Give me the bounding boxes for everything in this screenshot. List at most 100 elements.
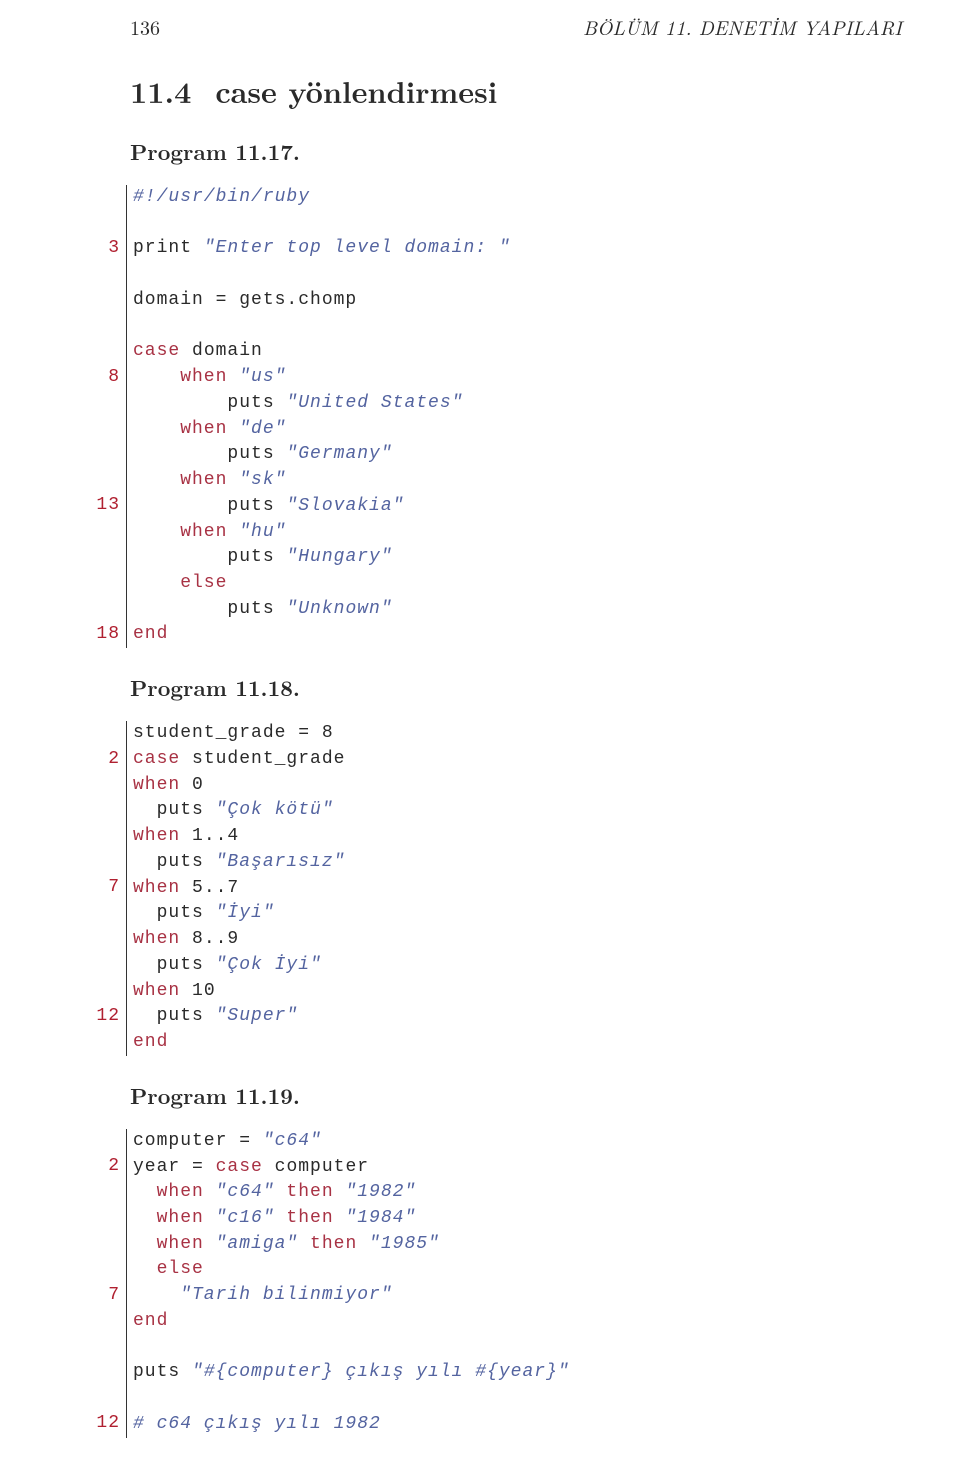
line-number: 12: [46, 1411, 120, 1437]
line-number: 7: [46, 875, 120, 901]
code-keyword: else: [133, 573, 227, 593]
code-string: "Başarısız": [216, 852, 346, 872]
code-string: "c64": [204, 1182, 275, 1202]
chapter-title: BÖLÜM 11. DENETİM YAPILARI: [583, 12, 902, 41]
code-comment: # c64 çıkış yılı 1982: [133, 1414, 381, 1434]
code-text: 5..7: [180, 878, 239, 898]
program-title-18: Program 11.18.: [130, 672, 902, 703]
code-string: "1985": [357, 1234, 440, 1254]
line-number: 3: [46, 236, 120, 262]
code-string: "Unknown": [286, 599, 392, 619]
section-number: 11.4: [130, 69, 191, 112]
code-keyword: when: [133, 929, 180, 949]
code-string: "1984": [334, 1208, 417, 1228]
page-number: 136: [130, 12, 160, 41]
code-text: puts: [133, 852, 216, 872]
code-text: computer: [263, 1157, 369, 1177]
code-string: "amiga": [204, 1234, 298, 1254]
code-keyword: end: [133, 1311, 168, 1331]
line-number-gutter: 2 7 12: [46, 1129, 126, 1438]
code-keyword: when: [133, 826, 180, 846]
code-string: "sk": [227, 470, 286, 490]
code-keyword: when: [133, 775, 180, 795]
program-title-19: Program 11.19.: [130, 1080, 902, 1111]
line-number: 18: [46, 622, 120, 648]
line-number: 2: [46, 1154, 120, 1180]
code-string: "de": [227, 419, 286, 439]
code-keyword: then: [275, 1182, 334, 1202]
code-keyword: else: [133, 1259, 204, 1279]
code-keyword: when: [133, 1208, 204, 1228]
code-string: "Hungary": [286, 547, 392, 567]
code-string: "Germany": [286, 444, 392, 464]
code-text: puts: [133, 547, 286, 567]
code-text: domain: [180, 341, 263, 361]
code-text: puts: [133, 393, 286, 413]
code-text: 0: [180, 775, 204, 795]
code-string: "Çok kötü": [216, 800, 334, 820]
code-text: domain = gets.chomp: [133, 290, 357, 310]
code-keyword: when: [133, 878, 180, 898]
line-number: 12: [46, 1004, 120, 1030]
code-keyword: case: [133, 341, 180, 361]
code-keyword: when: [133, 419, 227, 439]
line-number: 7: [46, 1283, 120, 1309]
code-text: student_grade: [180, 749, 345, 769]
code-string: "hu": [227, 522, 286, 542]
line-number: 8: [46, 365, 120, 391]
section-heading: 11.4 case yönlendirmesi: [130, 69, 902, 112]
code-string: "1982": [334, 1182, 417, 1202]
code-comment: #!/usr/bin/ruby: [133, 187, 310, 207]
code-text: puts: [133, 903, 216, 923]
code-keyword: end: [133, 624, 168, 644]
code-body: computer = "c64" year = case computer wh…: [126, 1129, 570, 1438]
code-string: "c16": [204, 1208, 275, 1228]
line-number: 2: [46, 747, 120, 773]
code-text: student_grade = 8: [133, 723, 334, 743]
program-title-17: Program 11.17.: [130, 136, 902, 167]
code-text: puts: [133, 444, 286, 464]
line-number-gutter: 3 8 13 18: [46, 185, 126, 648]
line-number: 13: [46, 493, 120, 519]
line-number-gutter: 2 7 12: [46, 721, 126, 1056]
code-string: "Enter top level domain: ": [204, 238, 511, 258]
code-text: puts: [133, 1006, 216, 1026]
code-keyword: then: [298, 1234, 357, 1254]
code-text: puts: [133, 599, 286, 619]
code-string: "Slovakia": [286, 496, 404, 516]
code-string: "#{computer} çıkış yılı #{year}": [192, 1362, 570, 1382]
code-text: puts: [133, 800, 216, 820]
code-text: 10: [180, 981, 215, 1001]
code-string: "us": [227, 367, 286, 387]
code-listing-17: 3 8 13 18 #!/usr/bin/ruby print "Enter t…: [46, 185, 902, 648]
code-keyword: then: [275, 1208, 334, 1228]
code-keyword: when: [133, 522, 227, 542]
code-keyword: end: [133, 1032, 168, 1052]
code-listing-18: 2 7 12 student_grade = 8 case student_gr…: [46, 721, 902, 1056]
code-listing-19: 2 7 12 computer = "c64" year = case comp…: [46, 1129, 902, 1438]
code-body: student_grade = 8 case student_grade whe…: [126, 721, 345, 1056]
code-keyword: when: [133, 981, 180, 1001]
code-keyword: when: [133, 1182, 204, 1202]
code-string: "United States": [286, 393, 463, 413]
code-text: puts: [133, 496, 286, 516]
code-string: "Çok İyi": [216, 955, 322, 975]
code-text: computer =: [133, 1131, 263, 1151]
code-body: #!/usr/bin/ruby print "Enter top level d…: [126, 185, 511, 648]
code-string: "Tarih bilinmiyor": [133, 1285, 393, 1305]
code-text: puts: [133, 955, 216, 975]
code-keyword: case: [216, 1157, 263, 1177]
code-string: "Super": [216, 1006, 299, 1026]
code-string: "c64": [263, 1131, 322, 1151]
code-text: print: [133, 238, 204, 258]
code-text: puts: [133, 1362, 192, 1382]
page-header: 136 BÖLÜM 11. DENETİM YAPILARI: [130, 12, 902, 41]
code-text: year =: [133, 1157, 216, 1177]
section-title-text: case yönlendirmesi: [215, 69, 497, 112]
code-keyword: when: [133, 1234, 204, 1254]
code-text: 1..4: [180, 826, 239, 846]
page: 136 BÖLÜM 11. DENETİM YAPILARI 11.4 case …: [0, 0, 960, 1468]
code-text: 8..9: [180, 929, 239, 949]
code-string: "İyi": [216, 903, 275, 923]
code-keyword: when: [133, 367, 227, 387]
